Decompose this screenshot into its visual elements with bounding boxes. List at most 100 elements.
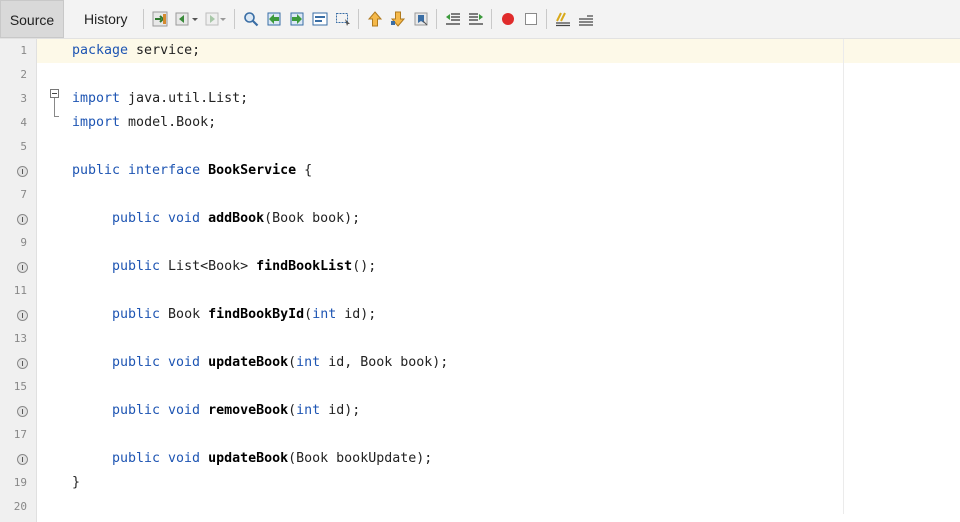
go-to-last-edit-icon[interactable] xyxy=(152,11,168,27)
start-macro-recording-icon[interactable] xyxy=(500,11,516,27)
line-number: 2 xyxy=(20,68,27,81)
chevron-down-icon[interactable] xyxy=(219,11,227,27)
keyword: public void xyxy=(112,403,201,418)
code-line: public void removeBook(int id); xyxy=(112,399,360,423)
toggle-bookmark-icon[interactable] xyxy=(413,11,429,27)
shift-left-icon[interactable] xyxy=(445,11,461,27)
line-number: 4 xyxy=(20,116,27,129)
code-line: package service; xyxy=(72,39,200,63)
editor-toolbar: Source History xyxy=(0,0,960,39)
line-number: 13 xyxy=(13,332,27,345)
forward-icon[interactable] xyxy=(203,11,219,27)
code-text: ( xyxy=(288,403,297,418)
toolbar-separator xyxy=(143,9,144,29)
code-editor[interactable]: 1 2 3 4 5 7 9 11 13 15 17 19 20 package … xyxy=(0,39,960,522)
method-name: updateBook xyxy=(208,355,289,370)
fold-guide-line xyxy=(54,98,55,116)
toolbar-separator xyxy=(546,9,547,29)
code-text: service; xyxy=(128,43,201,58)
toggle-highlight-search-icon[interactable] xyxy=(312,11,328,27)
toolbar-separator xyxy=(436,9,437,29)
code-text: id); xyxy=(336,307,377,322)
code-text: (); xyxy=(352,259,377,274)
implemented-by-icon[interactable] xyxy=(17,358,28,369)
toolbar-separator xyxy=(491,9,492,29)
keyword: import xyxy=(72,115,121,130)
toolbar-separator xyxy=(234,9,235,29)
code-text: id, Book book); xyxy=(320,355,449,370)
implemented-by-icon[interactable] xyxy=(17,262,28,273)
code-line: public List<Book> findBookList(); xyxy=(112,255,376,279)
code-text: ( xyxy=(304,307,313,322)
code-text: (Book bookUpdate); xyxy=(288,451,433,466)
tab-source[interactable]: Source xyxy=(0,0,64,38)
source-code[interactable]: package service; import java.util.List; … xyxy=(72,39,448,490)
stop-macro-recording-icon[interactable] xyxy=(523,11,539,27)
keyword: public xyxy=(112,259,161,274)
code-text: { xyxy=(296,163,313,178)
implemented-by-icon[interactable] xyxy=(17,454,28,465)
keyword: public interface xyxy=(72,163,201,178)
implemented-by-icon[interactable] xyxy=(17,310,28,321)
next-bookmark-icon[interactable] xyxy=(390,11,406,27)
line-number: 11 xyxy=(13,284,27,297)
line-number: 17 xyxy=(13,428,27,441)
implemented-by-icon[interactable] xyxy=(17,166,28,177)
toggle-rectangular-selection-icon[interactable] xyxy=(335,11,351,27)
code-line: import model.Book; xyxy=(72,111,216,135)
closing-brace: } xyxy=(72,475,81,490)
toolbar-separator xyxy=(358,9,359,29)
back-icon[interactable] xyxy=(175,11,191,27)
line-number: 7 xyxy=(20,188,27,201)
line-number: 15 xyxy=(13,380,27,393)
code-line: public void updateBook(int id, Book book… xyxy=(112,351,448,375)
line-number: 1 xyxy=(20,44,27,57)
fold-toggle-icon[interactable] xyxy=(50,89,59,98)
keyword: public void xyxy=(112,355,201,370)
keyword: int xyxy=(312,307,337,322)
line-number: 19 xyxy=(13,476,27,489)
keyword: package xyxy=(72,43,129,58)
code-text: java.util.List; xyxy=(120,91,249,106)
shift-right-icon[interactable] xyxy=(468,11,484,27)
code-line: public interface BookService { xyxy=(72,159,312,183)
code-text: model.Book; xyxy=(120,115,217,130)
line-number: 3 xyxy=(20,92,27,105)
keyword: int xyxy=(296,355,321,370)
code-text: (Book book); xyxy=(264,211,361,226)
keyword: import xyxy=(72,91,121,106)
find-previous-icon[interactable] xyxy=(266,11,282,27)
interface-name: BookService xyxy=(208,163,297,178)
method-name: addBook xyxy=(208,211,265,226)
method-name: findBookList xyxy=(256,259,353,274)
implemented-by-icon[interactable] xyxy=(17,406,28,417)
keyword: int xyxy=(296,403,321,418)
method-name: findBookById xyxy=(208,307,305,322)
method-name: updateBook xyxy=(208,451,289,466)
code-line: public void addBook(Book book); xyxy=(112,207,360,231)
line-number: 5 xyxy=(20,140,27,153)
code-text: List<Book> xyxy=(160,259,257,274)
code-text: ( xyxy=(288,355,297,370)
line-number: 20 xyxy=(13,500,27,513)
comment-icon[interactable] xyxy=(555,11,571,27)
uncomment-icon[interactable] xyxy=(578,11,594,27)
keyword: public void xyxy=(112,211,201,226)
keyword: public void xyxy=(112,451,201,466)
previous-bookmark-icon[interactable] xyxy=(367,11,383,27)
method-name: removeBook xyxy=(208,403,289,418)
chevron-down-icon[interactable] xyxy=(191,11,199,27)
code-text: id); xyxy=(320,403,361,418)
implemented-by-icon[interactable] xyxy=(17,214,28,225)
tab-history[interactable]: History xyxy=(84,0,128,38)
code-text: Book xyxy=(160,307,209,322)
code-line: public Book findBookById(int id); xyxy=(112,303,376,327)
code-line: public void updateBook(Book bookUpdate); xyxy=(112,447,432,471)
find-next-icon[interactable] xyxy=(289,11,305,27)
find-selection-icon[interactable] xyxy=(243,11,259,27)
